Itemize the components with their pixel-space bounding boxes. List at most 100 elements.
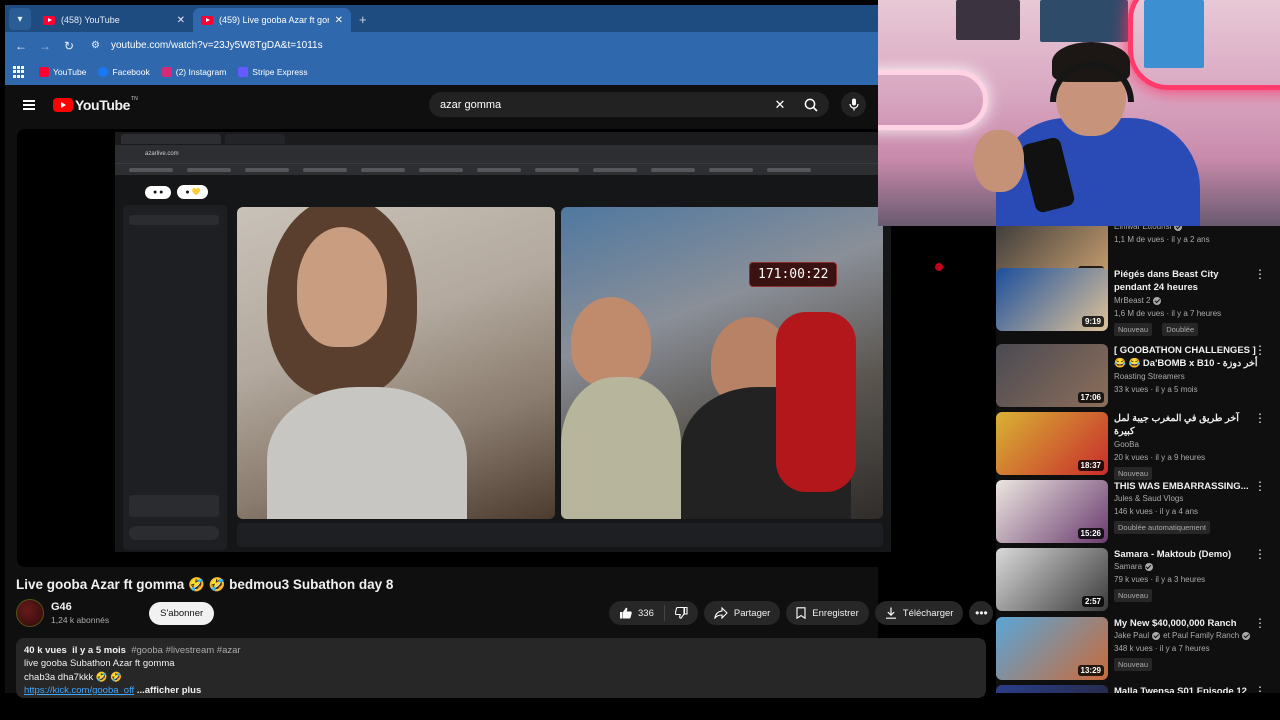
video-thumbnail[interactable]: 17:06: [996, 344, 1108, 407]
recommendation-title[interactable]: Piégés dans Beast City pendant 24 heures: [1114, 268, 1258, 294]
recommendation-title[interactable]: Samara - Maktoub (Demo): [1114, 548, 1258, 561]
recommendation-item[interactable]: Malla Twensa S01 Episode 12 ⋮: [996, 685, 1280, 693]
youtube-logo[interactable]: YouTube TN: [53, 96, 138, 113]
recommendation-item[interactable]: 2:57 Samara - Maktoub (Demo) ⋮ Samara 79 k v…: [996, 548, 1280, 612]
recommendation-channel[interactable]: Samara: [1114, 562, 1154, 571]
voice-search-mic-icon[interactable]: [841, 92, 866, 117]
recommendation-channel[interactable]: Jake Paul et Paul Family Ranch: [1114, 631, 1251, 640]
description-box[interactable]: 40 k vues il y a 5 mois #gooba #livestre…: [16, 638, 986, 698]
azar-user: [129, 215, 219, 225]
view-count: 40 k vues: [24, 645, 67, 656]
woman-face: [297, 227, 387, 347]
bookmark-instagram[interactable]: (2) Instagram: [161, 67, 227, 77]
video-inner-tab: [225, 133, 285, 144]
channel-row: G46 1,24 k abonnés S'abonner: [16, 599, 215, 627]
channel-name[interactable]: G46: [51, 601, 109, 613]
video-thumbnail[interactable]: 13:29: [996, 617, 1108, 680]
bookmark-icon: [796, 607, 806, 619]
back-arrow-icon[interactable]: ←: [9, 39, 33, 53]
recommendation-item[interactable]: 13:29 My New $40,000,000 Ranch ⋮ Jake Paul e…: [996, 617, 1280, 681]
recommendation-title[interactable]: THIS WAS EMBARRASSING...: [1114, 480, 1258, 493]
channel-info: G46 1,24 k abonnés: [51, 601, 109, 625]
save-button[interactable]: Enregistrer: [786, 601, 869, 625]
apps-grid-icon[interactable]: [13, 66, 25, 78]
description-line: chab3a dha7kkk 🤣 🤣: [24, 671, 123, 683]
video-content-screen: azarlive.com ● ● ● 💛 171:00:22: [115, 132, 891, 552]
recommendation-channel[interactable]: MrBeast 2: [1114, 296, 1162, 305]
download-button[interactable]: Télécharger: [874, 601, 964, 625]
hashtags[interactable]: #gooba #livestream #azar: [131, 645, 240, 656]
clear-search-icon[interactable]: ✕: [767, 97, 793, 113]
browser-tab-active[interactable]: (459) Live gooba Azar ft gomma ✕: [193, 8, 351, 32]
recommendation-channel[interactable]: GooBa: [1114, 440, 1139, 449]
bookmark-facebook[interactable]: Facebook: [98, 67, 150, 77]
search-input[interactable]: azar gomma: [429, 99, 767, 111]
search-box[interactable]: azar gomma ✕: [429, 92, 829, 117]
video-thumbnail[interactable]: 15:26: [996, 480, 1108, 543]
channel-avatar[interactable]: [16, 599, 44, 627]
url-field[interactable]: ⚙ youtube.com/watch?v=23Jy5W8TgDA&t=1011…: [87, 35, 870, 56]
more-options-icon[interactable]: ⋮: [1254, 548, 1266, 560]
show-more-button[interactable]: ...afficher plus: [137, 685, 201, 696]
youtube-favicon-icon: [201, 15, 213, 25]
more-options-icon[interactable]: ⋮: [1254, 480, 1266, 492]
upload-age: il y a 5 mois: [72, 645, 126, 656]
menu-icon[interactable]: [23, 98, 35, 113]
channel-name: Elhiwar Ettounsi: [1114, 226, 1172, 231]
bookmark-label: (2) Instagram: [175, 67, 227, 77]
video-thumbnail[interactable]: [996, 685, 1108, 693]
recommendation-title[interactable]: Malla Twensa S01 Episode 12: [1114, 685, 1258, 693]
recommendation-item[interactable]: 17:06 [ GOOBATHON CHALLENGES ] 😂 😂 Da'BOM…: [996, 344, 1280, 408]
subscribe-button[interactable]: S'abonner: [149, 601, 215, 625]
reload-icon[interactable]: ↻: [57, 39, 81, 53]
recommendation-channel[interactable]: Roasting Streamers: [1114, 372, 1185, 381]
more-options-icon[interactable]: ⋮: [1254, 617, 1266, 629]
close-tab-icon[interactable]: ✕: [177, 15, 185, 26]
azar-topbar: ● ● ● 💛: [115, 175, 891, 209]
more-options-icon[interactable]: ⋮: [1254, 412, 1266, 424]
browser-tab-youtube[interactable]: (458) YouTube ✕: [35, 8, 193, 32]
search-icon[interactable]: [793, 98, 829, 112]
recommendation-title[interactable]: My New $40,000,000 Ranch: [1114, 617, 1258, 630]
video-actions: 336 Partager Enregistrer Télécharger •••: [609, 601, 994, 625]
recommendation-channel[interactable]: Elhiwar Ettounsi: [1114, 226, 1183, 231]
video-inner-tab: [121, 133, 221, 144]
wall-poster: [1040, 0, 1128, 42]
site-info-icon[interactable]: ⚙: [91, 40, 105, 51]
new-tab-button[interactable]: +: [359, 12, 367, 27]
more-options-icon[interactable]: ⋮: [1254, 685, 1266, 693]
more-options-icon[interactable]: ⋮: [1254, 268, 1266, 280]
instagram-icon: [161, 67, 172, 77]
video-player[interactable]: azarlive.com ● ● ● 💛 171:00:22: [17, 129, 985, 567]
video-inner-tabs: [115, 132, 891, 145]
verified-check-icon: [1174, 226, 1183, 231]
like-button[interactable]: 336: [609, 605, 665, 621]
recommendation-title[interactable]: [ GOOBATHON CHALLENGES ] 😂 😂 Da'BOMB x B…: [1114, 344, 1258, 370]
recommendation-meta: 20 k vues · il y a 9 heures: [1114, 453, 1206, 462]
recommendation-item[interactable]: 15:26 THIS WAS EMBARRASSING... ⋮ Jules & Sa…: [996, 480, 1280, 544]
channel-name: Roasting Streamers: [1114, 372, 1185, 381]
channel-name: MrBeast 2: [1114, 296, 1151, 305]
close-tab-icon[interactable]: ✕: [335, 15, 343, 26]
video-thumbnail[interactable]: 9:19: [996, 268, 1108, 331]
bookmark-stripe[interactable]: Stripe Express: [238, 67, 308, 77]
share-button[interactable]: Partager: [703, 601, 781, 625]
video-thumbnail[interactable]: 2:57: [996, 548, 1108, 611]
bookmark-youtube[interactable]: YouTube: [39, 67, 86, 77]
stripe-icon: [238, 67, 249, 77]
recommendation-item[interactable]: 18:37 آخر طريق في المغرب جيبة لمل كبيرة ⋮ G…: [996, 412, 1280, 480]
dislike-button[interactable]: [665, 607, 698, 619]
youtube-icon: [39, 67, 49, 77]
save-label: Enregistrer: [812, 607, 859, 619]
recording-dot: [935, 263, 943, 271]
more-options-icon[interactable]: ⋮: [1254, 344, 1266, 356]
kick-link[interactable]: https://kick.com/gooba_off: [24, 685, 134, 696]
tab-search-button[interactable]: ▾: [9, 8, 31, 30]
more-actions-icon[interactable]: •••: [969, 601, 994, 625]
recommendation-channel[interactable]: Jules & Saud Vlogs: [1114, 494, 1183, 503]
forward-arrow-icon[interactable]: →: [33, 39, 57, 53]
recommendation-item[interactable]: 9:19 Piégés dans Beast City pendant 24 he…: [996, 268, 1280, 336]
recommendation-title[interactable]: آخر طريق في المغرب جيبة لمل كبيرة: [1114, 412, 1258, 438]
facebook-icon: [98, 67, 109, 77]
video-thumbnail[interactable]: 18:37: [996, 412, 1108, 475]
